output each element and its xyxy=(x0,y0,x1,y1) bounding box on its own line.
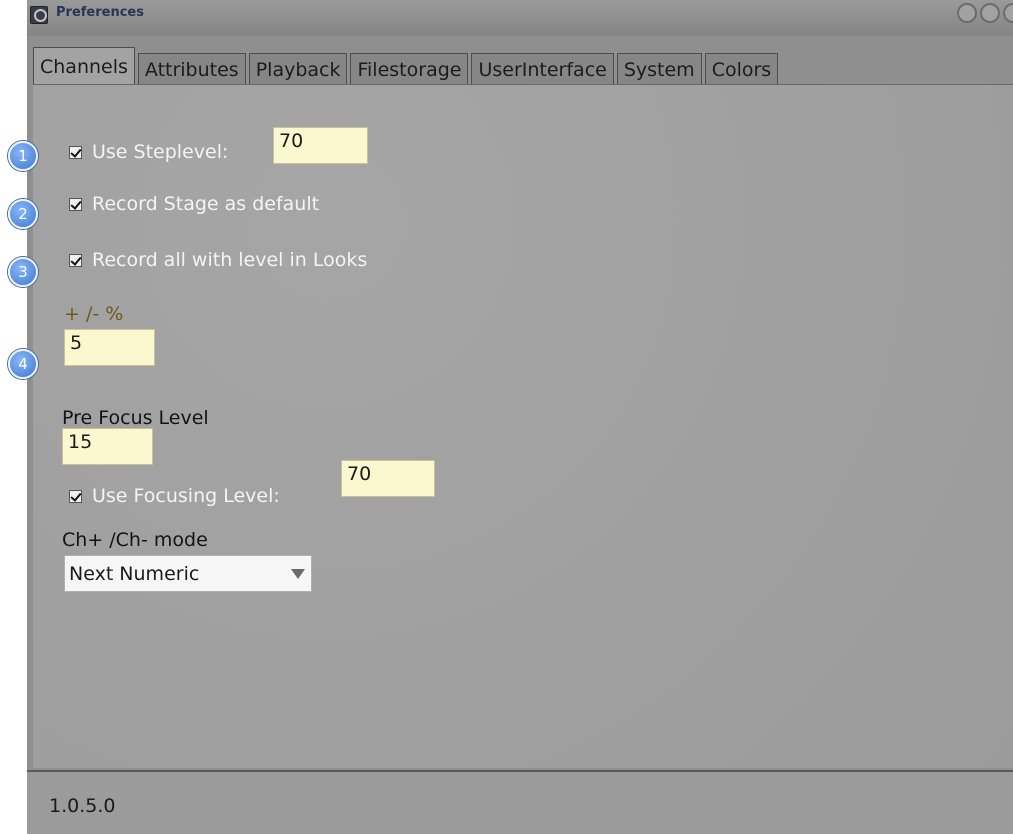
tab-colors[interactable]: Colors xyxy=(704,53,779,85)
tab-playback[interactable]: Playback xyxy=(248,53,348,85)
focusing-level-input[interactable]: 70 xyxy=(341,460,435,497)
record-stage-checkbox[interactable] xyxy=(69,197,82,211)
ch-mode-selected: Next Numeric xyxy=(69,562,200,585)
tab-system[interactable]: System xyxy=(616,53,702,85)
minimize-icon[interactable] xyxy=(957,3,977,23)
pre-focus-level-label: Pre Focus Level xyxy=(62,407,209,429)
close-icon[interactable] xyxy=(1003,3,1013,23)
status-bar: 1.0.5.0 xyxy=(27,770,1013,834)
ch-mode-label: Ch+ /Ch- mode xyxy=(62,529,208,551)
record-stage-label: Record Stage as default xyxy=(92,193,320,215)
tab-userinterface[interactable]: UserInterface xyxy=(471,53,614,85)
callout-badge-1: 1 xyxy=(8,141,38,171)
use-focusing-label: Use Focusing Level: xyxy=(92,485,280,507)
callout-badge-3: 3 xyxy=(8,257,38,287)
use-steplevel-row: Use Steplevel: xyxy=(69,141,228,163)
use-focusing-checkbox[interactable] xyxy=(69,489,82,503)
ch-mode-select[interactable]: Next Numeric xyxy=(64,555,312,592)
tab-bar: Channels Attributes Playback Filestorage… xyxy=(33,47,781,85)
use-focusing-row: Use Focusing Level: xyxy=(69,485,280,507)
use-steplevel-checkbox[interactable] xyxy=(69,145,82,159)
tab-filestorage[interactable]: Filestorage xyxy=(350,53,469,85)
chevron-down-icon[interactable] xyxy=(289,566,307,582)
tab-channels[interactable]: Channels xyxy=(33,47,135,85)
tab-attributes[interactable]: Attributes xyxy=(137,53,246,85)
maximize-icon[interactable] xyxy=(980,3,1000,23)
callout-badge-2: 2 xyxy=(8,199,38,229)
record-all-label: Record all with level in Looks xyxy=(92,249,368,271)
window-controls xyxy=(957,3,1013,23)
steplevel-input[interactable]: 70 xyxy=(273,127,368,164)
record-all-checkbox[interactable] xyxy=(69,253,82,267)
pre-focus-level-input[interactable]: 15 xyxy=(62,428,153,465)
window-title: Preferences xyxy=(56,5,144,20)
plus-minus-percent-label: + /- % xyxy=(64,303,124,325)
title-bar: Preferences xyxy=(27,0,1013,36)
preferences-window: Preferences Channels Attributes Playback… xyxy=(27,0,1013,834)
record-stage-row: Record Stage as default xyxy=(69,193,319,215)
channels-panel: Use Steplevel: 70 Record Stage as defaul… xyxy=(33,84,1013,768)
plus-minus-percent-input[interactable]: 5 xyxy=(64,329,155,366)
record-all-row: Record all with level in Looks xyxy=(69,249,367,271)
version-label: 1.0.5.0 xyxy=(49,795,116,817)
use-steplevel-label: Use Steplevel: xyxy=(92,141,229,163)
app-icon xyxy=(30,6,48,24)
callout-badge-4: 4 xyxy=(8,349,38,379)
